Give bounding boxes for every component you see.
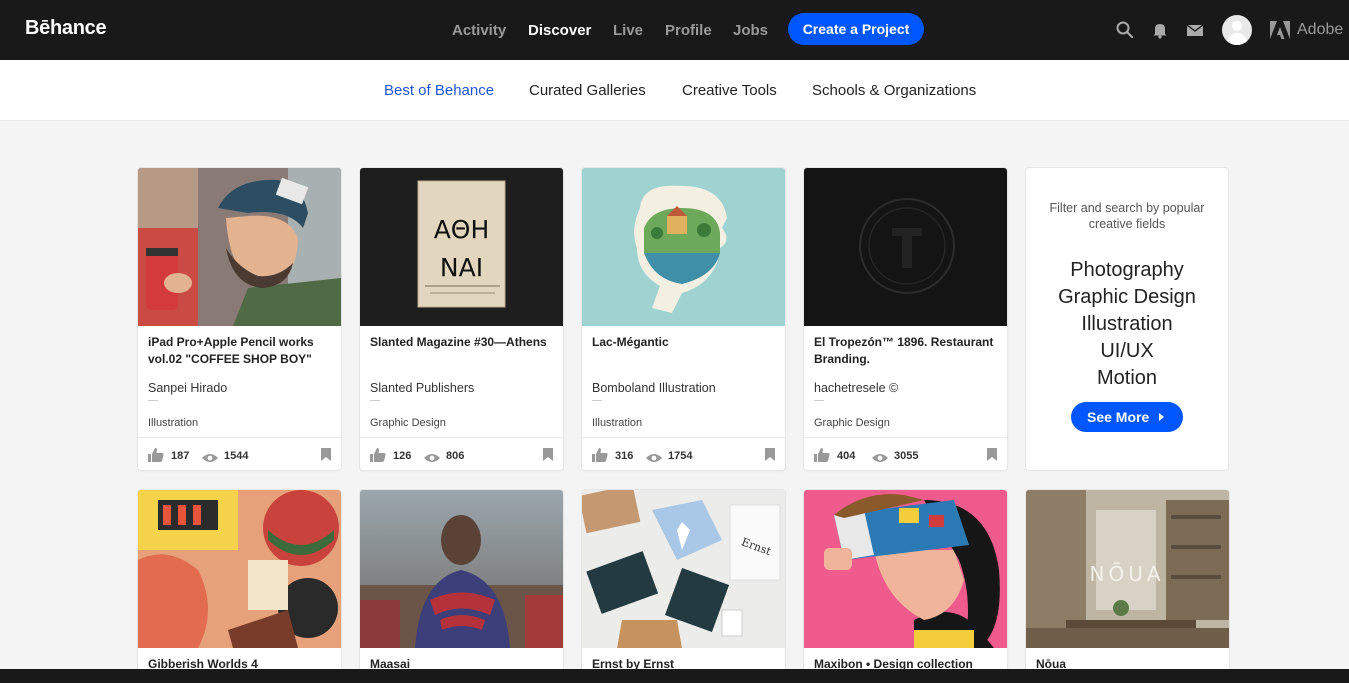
footer-bar <box>0 669 1349 683</box>
project-field[interactable]: Illustration <box>148 417 198 429</box>
bookmark-icon[interactable] <box>321 448 331 466</box>
divider <box>592 400 602 401</box>
project-card[interactable]: NŌUA Nōua <box>1026 490 1229 683</box>
views-count: 3055 <box>894 450 919 462</box>
field-link-ui-ux[interactable]: UI/UX <box>1026 338 1228 365</box>
project-thumbnail[interactable] <box>804 490 1007 648</box>
adobe-logo-icon[interactable] <box>1270 21 1290 44</box>
likes-count: 187 <box>171 450 190 462</box>
project-field[interactable]: Illustration <box>592 417 642 429</box>
divider <box>148 400 158 401</box>
project-title[interactable]: Lac-Mégantic <box>592 334 777 351</box>
project-title[interactable]: Slanted Magazine #30—Athens <box>370 334 555 351</box>
tab-best-of-behance[interactable]: Best of Behance <box>384 82 494 99</box>
eye-icon <box>646 450 662 468</box>
tab-curated-galleries[interactable]: Curated Galleries <box>529 82 646 99</box>
project-thumbnail[interactable]: NŌUA <box>1026 490 1229 648</box>
top-navigation-bar: Bēhance Activity Discover Live Profile J… <box>0 0 1349 60</box>
project-owner[interactable]: Sanpei Hirado <box>148 381 227 395</box>
eye-icon <box>872 450 888 468</box>
project-thumbnail[interactable] <box>582 168 785 326</box>
thumbs-up-icon[interactable] <box>370 448 386 467</box>
nav-profile[interactable]: Profile <box>665 22 712 39</box>
project-thumbnail[interactable]: Ernst <box>582 490 785 648</box>
create-project-button[interactable]: Create a Project <box>788 13 924 45</box>
nav-live[interactable]: Live <box>613 22 643 39</box>
adobe-link[interactable]: Adobe <box>1297 21 1343 39</box>
divider <box>370 400 380 401</box>
likes-count: 126 <box>393 450 412 462</box>
project-owner[interactable]: hachetresele © <box>814 381 898 395</box>
bookmark-icon[interactable] <box>543 448 553 466</box>
avatar[interactable] <box>1222 15 1252 45</box>
search-icon[interactable] <box>1115 20 1135 40</box>
cover-text-line2: ΝΑΙ <box>440 253 483 282</box>
field-link-motion[interactable]: Motion <box>1026 365 1228 392</box>
field-link-illustration[interactable]: Illustration <box>1026 311 1228 338</box>
eye-icon <box>424 450 440 468</box>
project-title[interactable]: El Tropezón™ 1896. Restaurant Branding. <box>814 334 999 368</box>
project-thumbnail[interactable]: ΑΘΗ ΝΑΙ <box>360 168 563 326</box>
see-more-button[interactable]: See More <box>1071 402 1183 432</box>
see-more-label: See More <box>1087 409 1150 425</box>
thumbs-up-icon[interactable] <box>148 448 164 467</box>
likes-count: 316 <box>615 450 634 462</box>
thumbs-up-icon[interactable] <box>592 448 608 467</box>
project-owner[interactable]: Slanted Publishers <box>370 381 474 395</box>
tab-creative-tools[interactable]: Creative Tools <box>682 82 777 99</box>
project-card[interactable]: Maxibon • Design collection <box>804 490 1007 683</box>
cover-text-line1: ΑΘΗ <box>434 215 490 244</box>
project-title[interactable]: iPad Pro+Apple Pencil works vol.02 "COFF… <box>148 334 333 368</box>
project-thumbnail[interactable] <box>138 168 341 326</box>
bookmark-icon[interactable] <box>987 448 997 466</box>
project-stats: 404 3055 <box>804 437 1007 470</box>
field-link-photography[interactable]: Photography <box>1026 257 1228 284</box>
discover-subnav: Best of Behance Curated Galleries Creati… <box>0 60 1349 121</box>
views-count: 1544 <box>224 450 249 462</box>
tab-schools-organizations[interactable]: Schools & Organizations <box>812 82 976 99</box>
project-owner[interactable]: Bomboland Illustration <box>592 381 716 395</box>
views-count: 806 <box>446 450 465 462</box>
project-stats: 126 806 <box>360 437 563 470</box>
eye-icon <box>202 450 218 468</box>
nav-activity[interactable]: Activity <box>452 22 506 39</box>
project-card[interactable]: iPad Pro+Apple Pencil works vol.02 "COFF… <box>138 168 341 470</box>
project-card[interactable]: El Tropezón™ 1896. Restaurant Branding. … <box>804 168 1007 470</box>
creative-fields-promo: Filter and search by popular creative fi… <box>1026 168 1228 470</box>
divider <box>814 400 824 401</box>
creative-fields-list: Photography Graphic Design Illustration … <box>1026 257 1228 392</box>
field-link-graphic-design[interactable]: Graphic Design <box>1026 284 1228 311</box>
bookmark-icon[interactable] <box>765 448 775 466</box>
project-field[interactable]: Graphic Design <box>370 417 446 429</box>
project-thumbnail[interactable] <box>138 490 341 648</box>
project-card[interactable]: Ernst Ernst by Ernst <box>582 490 785 683</box>
bell-icon[interactable] <box>1150 20 1170 40</box>
project-thumbnail[interactable] <box>360 490 563 648</box>
project-stats: 316 1754 <box>582 437 785 470</box>
mail-icon[interactable] <box>1185 20 1205 40</box>
project-card[interactable]: ΑΘΗ ΝΑΙ Slanted Magazine #30—Athens Slan… <box>360 168 563 470</box>
behance-logo[interactable]: Bēhance <box>25 17 107 40</box>
chevron-right-icon <box>1159 413 1164 421</box>
promo-caption: Filter and search by popular creative fi… <box>1049 201 1205 231</box>
project-field[interactable]: Graphic Design <box>814 417 890 429</box>
likes-count: 404 <box>837 450 856 462</box>
project-card[interactable]: Maasai <box>360 490 563 683</box>
thumbs-up-icon[interactable] <box>814 448 830 467</box>
views-count: 1754 <box>668 450 693 462</box>
restaurant-sign: NŌUA <box>1089 562 1164 586</box>
project-stats: 187 1544 <box>138 437 341 470</box>
nav-jobs[interactable]: Jobs <box>733 22 768 39</box>
project-card[interactable]: Gibberish Worlds 4 <box>138 490 341 683</box>
project-thumbnail[interactable] <box>804 168 1007 326</box>
nav-discover[interactable]: Discover <box>528 22 591 39</box>
project-card[interactable]: Lac-Mégantic Bomboland Illustration Illu… <box>582 168 785 470</box>
